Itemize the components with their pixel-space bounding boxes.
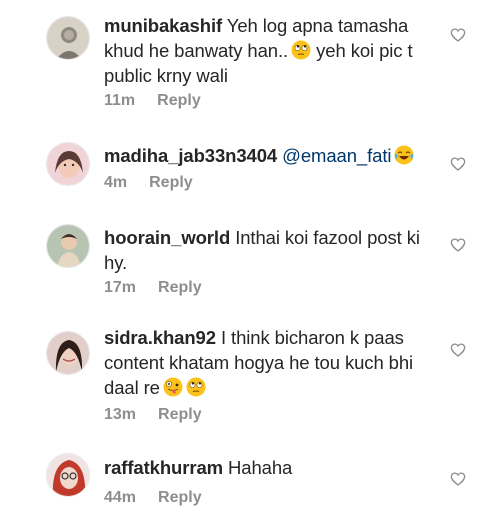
face-with-tears-of-joy-icon — [394, 145, 414, 165]
comment-username[interactable]: raffatkhurram — [104, 457, 223, 478]
reply-button[interactable]: Reply — [158, 279, 202, 296]
comment-body: raffatkhurram Hahaha — [104, 455, 444, 480]
heart-outline-icon — [450, 28, 466, 42]
avatar[interactable] — [46, 453, 90, 497]
comment-text: Hahaha — [228, 457, 293, 478]
reply-button[interactable]: Reply — [158, 489, 202, 506]
avatar-image — [47, 454, 89, 496]
reply-button[interactable]: Reply — [149, 174, 193, 191]
face-with-rolling-eyes-icon — [186, 377, 206, 397]
comment-username[interactable]: sidra.khan92 — [104, 327, 216, 348]
comment-body: sidra.khan92 I think bicharon k paas con… — [104, 325, 444, 400]
avatar-image — [47, 225, 89, 267]
avatar[interactable] — [46, 224, 90, 268]
avatar-image — [47, 332, 89, 374]
avatar-image — [47, 143, 89, 185]
comment-time: 11m — [104, 92, 136, 109]
like-button[interactable] — [450, 471, 466, 487]
comment-username[interactable]: munibakashif — [104, 15, 222, 36]
like-button[interactable] — [450, 342, 466, 358]
like-button[interactable] — [450, 237, 466, 253]
comment-meta: 17m Reply — [104, 279, 202, 297]
avatar[interactable] — [46, 331, 90, 375]
comment-mention[interactable]: @emaan_fati — [282, 145, 391, 166]
avatar[interactable] — [46, 142, 90, 186]
comment-time: 44m — [104, 489, 137, 506]
comment-body: hoorain_world Inthai koi fazool post ki … — [104, 225, 444, 275]
comment-meta: 44m Reply — [104, 489, 202, 507]
avatar[interactable] — [46, 16, 90, 60]
comment-meta: 11m Reply — [104, 92, 201, 110]
avatar-image — [47, 17, 89, 59]
heart-outline-icon — [450, 157, 466, 171]
heart-outline-icon — [450, 472, 466, 486]
like-button[interactable] — [450, 27, 466, 43]
comment-meta: 4m Reply — [104, 174, 193, 192]
comment-username[interactable]: madiha_jab33n3404 — [104, 145, 277, 166]
heart-outline-icon — [450, 343, 466, 357]
heart-outline-icon — [450, 238, 466, 252]
comment-body: munibakashif Yeh log apna tamasha khud h… — [104, 13, 444, 88]
reply-button[interactable]: Reply — [157, 92, 201, 109]
reply-button[interactable]: Reply — [158, 406, 202, 423]
comment-meta: 13m Reply — [104, 406, 202, 424]
comment-time: 4m — [104, 174, 128, 191]
like-button[interactable] — [450, 156, 466, 172]
zany-face-icon — [163, 377, 183, 397]
comment-body: madiha_jab33n3404 @emaan_fati — [104, 143, 444, 168]
comment-username[interactable]: hoorain_world — [104, 227, 230, 248]
comment-time: 13m — [104, 406, 137, 423]
face-with-rolling-eyes-icon — [291, 40, 311, 60]
comment-time: 17m — [104, 279, 137, 296]
